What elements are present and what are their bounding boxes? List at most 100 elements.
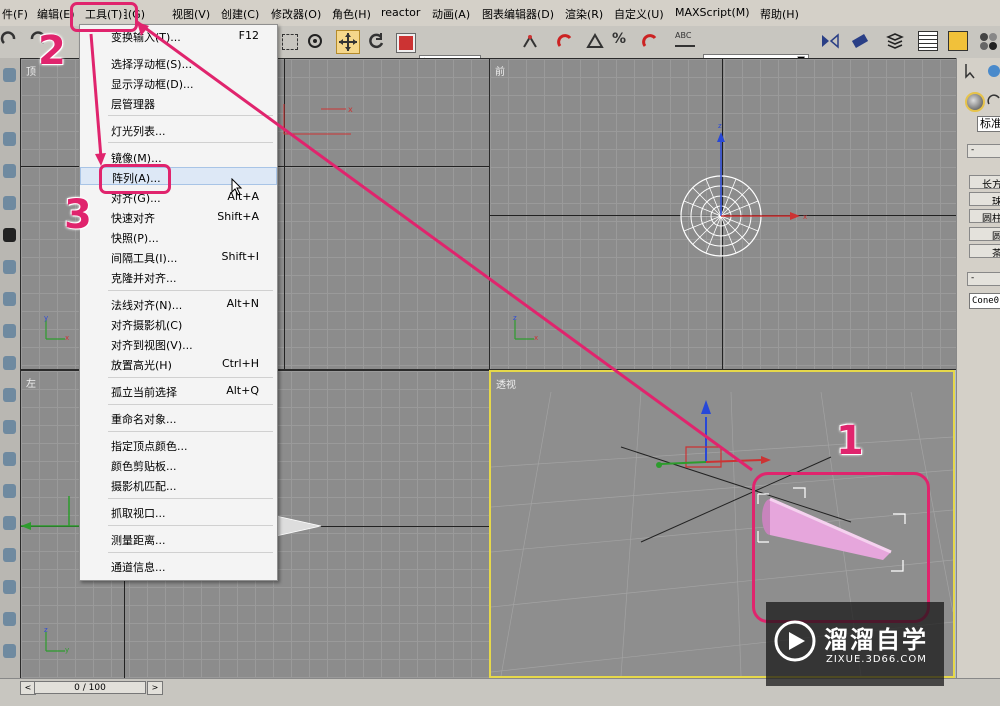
- menu-item-rename-objects[interactable]: 重命名对象...: [80, 409, 277, 427]
- menu-item-camera-match[interactable]: 摄影机匹配...: [80, 476, 277, 494]
- rollout-collapse-icon[interactable]: -: [967, 144, 1000, 158]
- menu-file[interactable]: 件(F): [2, 6, 28, 22]
- svg-text:y: y: [65, 646, 69, 654]
- reactor-tool-icon[interactable]: [3, 164, 16, 178]
- menu-item-shortcut: Shift+A: [217, 210, 259, 223]
- teapot-button[interactable]: 茶: [969, 244, 1000, 258]
- mirror-icon[interactable]: [820, 31, 840, 51]
- menu-item-quick-align[interactable]: 快速对齐 Shift+A: [80, 208, 277, 226]
- percent-snap-icon[interactable]: %: [612, 31, 632, 51]
- menu-graph-editors[interactable]: 图表编辑器(D): [482, 6, 554, 22]
- window-crossing-icon[interactable]: [305, 31, 325, 51]
- menu-item-clone-and-align[interactable]: 克隆并对齐...: [80, 268, 277, 286]
- geometry-icon[interactable]: [965, 92, 985, 112]
- menu-item-spacing-tool[interactable]: 间隔工具(I)... Shift+I: [80, 248, 277, 266]
- svg-text:z: z: [44, 626, 48, 634]
- menu-tools[interactable]: 工具(T): [85, 6, 122, 22]
- reactor-tool-icon[interactable]: [3, 324, 16, 338]
- menu-character[interactable]: 角色(H): [332, 6, 371, 22]
- svg-text:x: x: [534, 334, 538, 342]
- menu-animation[interactable]: 动画(A): [432, 6, 470, 22]
- layer-manager-icon[interactable]: [885, 31, 905, 51]
- box-button[interactable]: 长方: [969, 175, 1000, 189]
- time-slider[interactable]: 0 / 100: [34, 681, 146, 694]
- menu-item-grab-viewport[interactable]: 抓取视口...: [80, 503, 277, 521]
- menu-customize[interactable]: 自定义(U): [614, 6, 664, 22]
- menu-item-place-highlight[interactable]: 放置高光(H) Ctrl+H: [80, 355, 277, 373]
- menu-item-normal-align[interactable]: 法线对齐(N)... Alt+N: [80, 295, 277, 313]
- named-selection-icon[interactable]: ABC: [675, 31, 695, 47]
- rollout-collapse-icon[interactable]: -: [967, 272, 1000, 286]
- cone-wireframe-top: x: [283, 104, 353, 135]
- cylinder-button[interactable]: 圆柱: [969, 209, 1000, 223]
- reactor-tool-icon[interactable]: [3, 612, 16, 626]
- reactor-tool-icon[interactable]: [3, 100, 16, 114]
- viewport-front[interactable]: 前 z x zx: [489, 58, 957, 370]
- scale-icon[interactable]: [396, 33, 416, 53]
- menu-item-assign-vertex-colors[interactable]: 指定顶点颜色...: [80, 436, 277, 454]
- menu-separator: [108, 377, 273, 378]
- pivot-icon[interactable]: [520, 31, 540, 51]
- reactor-tool-icon[interactable]: [3, 228, 16, 242]
- reactor-tool-icon[interactable]: [3, 132, 16, 146]
- rotate-icon[interactable]: [366, 31, 386, 51]
- reactor-tool-icon[interactable]: [3, 260, 16, 274]
- reactor-tool-icon[interactable]: [3, 548, 16, 562]
- reactor-tool-icon[interactable]: [3, 196, 16, 210]
- reactor-tool-icon[interactable]: [3, 580, 16, 594]
- shapes-icon[interactable]: [987, 94, 1000, 108]
- menu-view[interactable]: 视图(V): [172, 6, 210, 22]
- reactor-tool-icon[interactable]: [3, 68, 16, 82]
- reactor-tool-icon[interactable]: [3, 644, 16, 658]
- menu-item-color-clipboard[interactable]: 颜色剪贴板...: [80, 456, 277, 474]
- reactor-tool-icon[interactable]: [3, 484, 16, 498]
- menu-item-isolate-selection[interactable]: 孤立当前选择 Alt+Q: [80, 382, 277, 400]
- callout-array-item: [99, 164, 171, 194]
- region-select-icon[interactable]: [282, 34, 298, 50]
- torus-button[interactable]: 圆: [969, 227, 1000, 241]
- reactor-tool-icon[interactable]: [3, 388, 16, 402]
- reactor-tool-icon[interactable]: [3, 452, 16, 466]
- svg-text:z: z: [513, 314, 517, 322]
- menu-reactor[interactable]: reactor: [381, 6, 420, 19]
- svg-text:x: x: [65, 334, 69, 342]
- object-name-field[interactable]: Cone0: [969, 293, 1000, 309]
- align-icon[interactable]: [850, 31, 870, 51]
- material-editor-icon[interactable]: [978, 31, 998, 51]
- reactor-tool-icon[interactable]: [3, 292, 16, 306]
- menu-item-label: 指定顶点颜色...: [111, 440, 188, 453]
- menu-item-light-lister[interactable]: 灯光列表...: [80, 121, 277, 139]
- curve-editor-icon[interactable]: [918, 31, 938, 51]
- angle-snap-icon[interactable]: [585, 31, 605, 51]
- menu-item-layer-manager[interactable]: 层管理器: [80, 94, 277, 112]
- menu-item-snapshot[interactable]: 快照(P)...: [80, 228, 277, 246]
- menu-item-measure-distance[interactable]: 测量距离...: [80, 530, 277, 548]
- menu-maxscript[interactable]: MAXScript(M): [675, 6, 750, 19]
- watermark-logo: [774, 620, 816, 662]
- menu-rendering[interactable]: 渲染(R): [565, 6, 603, 22]
- reactor-tool-icon[interactable]: [3, 356, 16, 370]
- sphere-button[interactable]: 球: [969, 192, 1000, 206]
- snap-icon[interactable]: [555, 31, 575, 51]
- menu-edit[interactable]: 编辑(E): [37, 6, 75, 22]
- menu-item-channel-info[interactable]: 通道信息...: [80, 557, 277, 575]
- menu-item-display-floater[interactable]: 显示浮动框(D)...: [80, 74, 277, 92]
- reactor-tool-icon[interactable]: [3, 516, 16, 530]
- schematic-view-icon[interactable]: [948, 31, 968, 51]
- create-tab-icon[interactable]: [962, 62, 980, 80]
- menu-modifiers[interactable]: 修改器(O): [271, 6, 321, 22]
- reactor-tool-icon[interactable]: [3, 420, 16, 434]
- select-move-button[interactable]: [336, 30, 360, 54]
- menu-create[interactable]: 创建(C): [221, 6, 259, 22]
- next-frame-button[interactable]: >: [147, 681, 163, 695]
- spinner-snap-icon[interactable]: [640, 31, 660, 51]
- menu-item-align-to-view[interactable]: 对齐到视图(V)...: [80, 335, 277, 353]
- undo-icon[interactable]: [0, 31, 20, 51]
- menu-help[interactable]: 帮助(H): [760, 6, 799, 22]
- modify-tab-icon[interactable]: [985, 62, 1000, 80]
- menu-item-align-camera[interactable]: 对齐摄影机(C): [80, 315, 277, 333]
- menu-item-shortcut: Ctrl+H: [221, 357, 259, 370]
- menu-item-selection-floater[interactable]: 选择浮动框(S)...: [80, 54, 277, 72]
- object-category-dropdown[interactable]: 标准: [977, 116, 1000, 132]
- menu-item-label: 间隔工具(I)...: [111, 252, 178, 265]
